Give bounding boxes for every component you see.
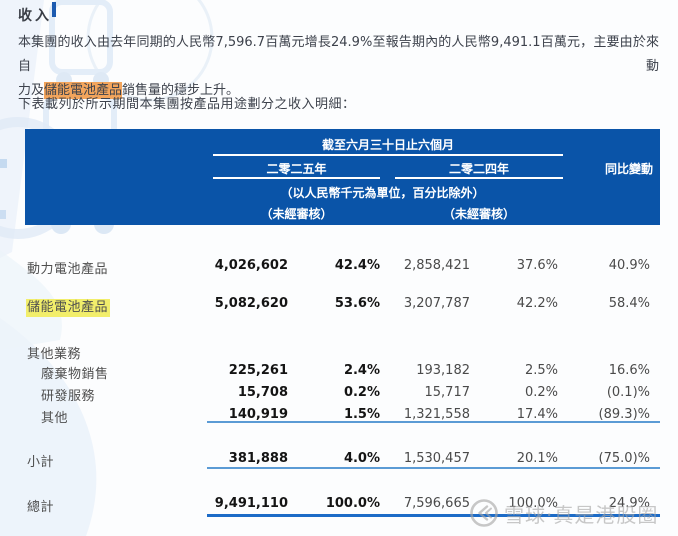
- cell-2024-amount: 15,717: [424, 385, 471, 400]
- header-underline-period: [213, 154, 563, 156]
- cell-2025-pct: 0.2%: [343, 385, 380, 400]
- highlighted-row-label: 儲能電池產品: [26, 299, 111, 317]
- header-unaudited-2025: （未經審核）: [260, 207, 333, 221]
- table-row-others: 其他 140,919 1.5% 1,321,558 17.4% (89.3)%: [0, 407, 678, 426]
- cell-2024-pct: 2.5%: [524, 363, 558, 378]
- cell-yoy: 16.6%: [608, 363, 650, 378]
- cell-2024-pct: 0.2%: [524, 385, 558, 400]
- cell-2024-amount: 2,858,421: [403, 258, 470, 273]
- header-unaudited-2024: （未經審核）: [442, 207, 515, 221]
- cell-2025-amount: 15,708: [237, 385, 288, 400]
- header-underline-2024: [395, 177, 563, 179]
- cell-2025-amount: 5,082,620: [214, 296, 288, 311]
- cell-2024-amount: 193,182: [416, 363, 470, 378]
- table-intro-text: 下表載列於所示期間本集團按產品用途劃分之收入明細：: [18, 97, 356, 112]
- table-row-subtotal: 小計 381,888 4.0% 1,530,457 20.1% (75.0)%: [0, 451, 678, 470]
- watermark-text: 雪球·真是港股圈: [504, 502, 659, 527]
- cell-2025-pct: 42.4%: [334, 258, 380, 273]
- cell-2025-pct: 100.0%: [325, 496, 380, 511]
- header-period: 截至六月三十日止六個月: [321, 138, 454, 152]
- cell-2024-pct: 42.2%: [516, 296, 558, 311]
- xueqiu-watermark: 雪球·真是港股圈: [469, 498, 658, 528]
- cell-2025-amount: 4,026,602: [214, 258, 288, 273]
- cell-2025-amount: 381,888: [228, 451, 288, 466]
- row-label: 小計: [27, 455, 55, 470]
- row-label: 其他: [41, 411, 69, 426]
- text-cursor: [52, 2, 56, 17]
- cell-yoy: 40.9%: [608, 258, 650, 273]
- cell-2025-pct: 2.4%: [343, 363, 380, 378]
- report-page: 收入 本集團的收入由去年同期的人民幣7,596.7百萬元增長24.9%至報告期內…: [0, 0, 678, 536]
- rule-after-subtotal: [207, 467, 660, 469]
- row-label: 其他業務: [27, 347, 82, 362]
- header-underline-2025: [213, 177, 380, 179]
- header-unit-note: （以人民幣千元為單位，百分比除外）: [280, 186, 485, 200]
- table-row-waste-sales: 廢棄物銷售 225,261 2.4% 193,182 2.5% 16.6%: [0, 363, 678, 382]
- xueqiu-logo-icon: [470, 499, 498, 527]
- row-label: 廢棄物銷售: [41, 367, 109, 382]
- cell-2024-amount: 7,596,665: [403, 496, 470, 511]
- row-label: 研發服務: [41, 389, 96, 404]
- cell-2024-amount: 1,321,558: [403, 407, 470, 422]
- table-row-rd-services: 研發服務 15,708 0.2% 15,717 0.2% (0.1)%: [0, 385, 678, 404]
- cell-yoy: (75.0)%: [598, 451, 650, 466]
- row-label: 儲能電池產品: [26, 296, 111, 317]
- cell-2024-amount: 1,530,457: [403, 451, 470, 466]
- header-col-yoy: 同比變動: [604, 162, 653, 176]
- cell-yoy: (0.1)%: [606, 385, 650, 400]
- cell-2025-amount: 9,491,110: [214, 496, 288, 511]
- table-row-energy-storage: 儲能電池產品 5,082,620 53.6% 3,207,787 42.2% 5…: [0, 296, 678, 317]
- cell-yoy: 58.4%: [608, 296, 650, 311]
- cell-2024-amount: 3,207,787: [403, 296, 470, 311]
- table-row-power-battery: 動力電池產品 4,026,602 42.4% 2,858,421 37.6% 4…: [0, 258, 678, 277]
- cell-2024-pct: 20.1%: [516, 451, 558, 466]
- table-row-other-business-section: 其他業務: [0, 343, 678, 362]
- header-col-2024: 二零二四年: [448, 162, 509, 176]
- cell-2024-pct: 17.4%: [516, 407, 558, 422]
- header-col-2025: 二零二五年: [266, 162, 327, 176]
- cell-yoy: (89.3)%: [598, 407, 650, 422]
- cell-2025-pct: 1.5%: [343, 407, 380, 422]
- row-label: 動力電池產品: [27, 262, 109, 277]
- cell-2025-amount: 225,261: [228, 363, 288, 378]
- table-header: 截至六月三十日止六個月 二零二五年 二零二四年 同比變動 （以人民幣千元為單位，…: [25, 129, 660, 225]
- cell-2025-pct: 53.6%: [334, 296, 380, 311]
- paragraph-line-1: 本集團的收入由去年同期的人民幣7,596.7百萬元增長24.9%至報告期內的人民…: [18, 35, 659, 74]
- cell-2025-pct: 4.0%: [343, 451, 380, 466]
- cell-2025-amount: 140,919: [228, 407, 288, 422]
- row-label: 總計: [27, 500, 55, 515]
- page-title: 收入: [18, 8, 52, 24]
- cell-2024-pct: 37.6%: [516, 258, 558, 273]
